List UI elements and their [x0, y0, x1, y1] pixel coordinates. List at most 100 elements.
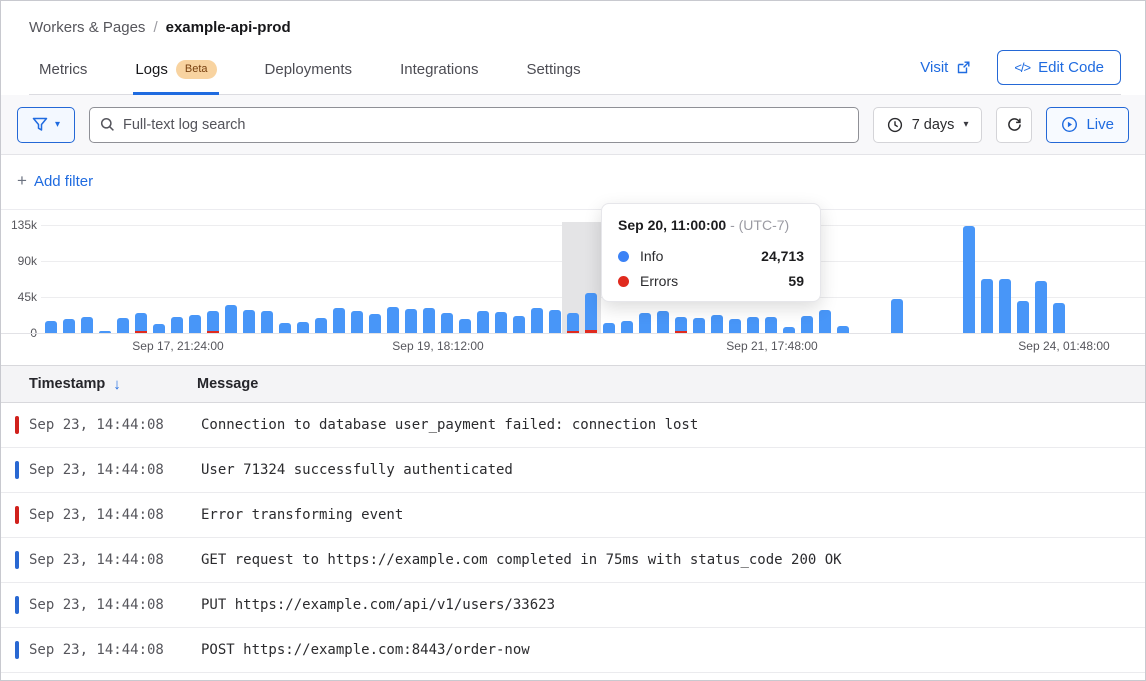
chart-bar[interactable] [261, 311, 273, 333]
chart-bar[interactable] [765, 317, 777, 333]
tab-label: Integrations [400, 61, 478, 78]
log-row[interactable]: Sep 23, 14:44:08Connection to database u… [1, 403, 1145, 448]
chart-bar[interactable] [837, 326, 849, 333]
chart-bar[interactable] [297, 322, 309, 333]
log-row[interactable]: Sep 23, 14:44:08POST https://example.com… [1, 628, 1145, 673]
plus-icon: + [17, 171, 27, 191]
chart-bar[interactable] [387, 307, 399, 333]
message-cell: Error transforming event [201, 507, 403, 523]
y-axis-label: 45k [1, 290, 37, 304]
clock-icon [887, 117, 903, 133]
log-volume-chart: 135k90k45k0Sep 17, 21:24:00Sep 19, 18:12… [1, 210, 1145, 365]
chart-bar[interactable] [675, 317, 687, 333]
chart-bar[interactable] [333, 308, 345, 333]
chart-bar[interactable] [621, 321, 633, 333]
chart-bar[interactable] [891, 299, 903, 333]
chart-bar[interactable] [135, 313, 147, 333]
chart-baseline [1, 333, 1145, 334]
log-row[interactable]: Sep 23, 14:44:08GET request to https://e… [1, 538, 1145, 583]
error-segment [207, 331, 219, 333]
add-filter-button[interactable]: + Add filter [17, 171, 93, 191]
live-button[interactable]: Live [1046, 107, 1129, 143]
workers-logs-page: Workers & Pages / example-api-prod Metri… [0, 0, 1146, 681]
chart-bar[interactable] [549, 310, 561, 333]
chart-bar[interactable] [369, 314, 381, 333]
time-range-label: 7 days [912, 117, 955, 133]
chart-bar[interactable] [81, 317, 93, 333]
sort-desc-icon: ↓ [113, 376, 121, 393]
chart-bar[interactable] [45, 321, 57, 333]
log-table: Timestamp ↓ Message Sep 23, 14:44:08Conn… [1, 365, 1145, 673]
filter-button[interactable]: ▾ [17, 107, 75, 143]
message-cell: User 71324 successfully authenticated [201, 462, 513, 478]
tab-metrics[interactable]: Metrics [37, 52, 89, 95]
chart-bar[interactable] [99, 331, 111, 333]
chart-bar[interactable] [711, 315, 723, 333]
external-link-icon [956, 60, 971, 75]
chart-bar[interactable] [153, 324, 165, 333]
chart-bar[interactable] [657, 311, 669, 333]
live-label: Live [1086, 116, 1114, 133]
refresh-button[interactable] [996, 107, 1032, 143]
chart-bar[interactable] [981, 279, 993, 333]
chart-bar[interactable] [441, 313, 453, 333]
tab-deployments[interactable]: Deployments [263, 52, 355, 95]
column-header-timestamp[interactable]: Timestamp ↓ [1, 376, 197, 393]
chart-bar[interactable] [999, 279, 1011, 333]
chart-bar[interactable] [189, 315, 201, 333]
chart-bar[interactable] [585, 293, 597, 333]
chart-bar[interactable] [117, 318, 129, 333]
tab-label: Logs [135, 61, 168, 78]
chart-bar[interactable] [405, 309, 417, 333]
breadcrumb: Workers & Pages / example-api-prod [29, 19, 1121, 36]
header-actions: Visit </> Edit Code [920, 50, 1121, 95]
breadcrumb-section[interactable]: Workers & Pages [29, 19, 145, 36]
chart-bar[interactable] [1035, 281, 1047, 333]
chart-bar[interactable] [225, 305, 237, 333]
chart-bar[interactable] [603, 323, 615, 333]
tab-settings[interactable]: Settings [524, 52, 582, 95]
tooltip-timezone: - (UTC-7) [730, 217, 789, 233]
chart-bar[interactable] [243, 310, 255, 333]
tab-integrations[interactable]: Integrations [398, 52, 480, 95]
chart-bar[interactable] [639, 313, 651, 333]
tooltip-series-value: 24,713 [761, 248, 804, 264]
chart-bar[interactable] [423, 308, 435, 333]
chart-bar[interactable] [531, 308, 543, 333]
refresh-icon [1006, 116, 1023, 133]
edit-code-label: Edit Code [1038, 59, 1104, 76]
tab-bar: Metrics LogsBeta Deployments Integrations Se… [37, 52, 583, 95]
chart-bar[interactable] [1053, 303, 1065, 333]
chart-bar[interactable] [207, 311, 219, 333]
tooltip-series-label: Errors [640, 273, 678, 289]
chart-bar[interactable] [459, 319, 471, 333]
visit-link[interactable]: Visit [920, 59, 971, 76]
chart-bar[interactable] [279, 323, 291, 333]
chart-bar[interactable] [747, 317, 759, 333]
edit-code-button[interactable]: </> Edit Code [997, 50, 1121, 85]
chart-bar[interactable] [477, 311, 489, 333]
chart-bar[interactable] [693, 318, 705, 333]
chart-bar[interactable] [513, 316, 525, 333]
chart-tooltip: Sep 20, 11:00:00 - (UTC-7) Info24,713Err… [601, 203, 821, 302]
chart-bar[interactable] [729, 319, 741, 333]
time-range-button[interactable]: 7 days ▾ [873, 107, 983, 143]
chart-bar[interactable] [495, 312, 507, 333]
chart-bar[interactable] [801, 316, 813, 333]
chart-bar[interactable] [1017, 301, 1029, 333]
tab-logs[interactable]: LogsBeta [133, 52, 218, 95]
chart-bar[interactable] [963, 226, 975, 333]
chart-bar[interactable] [567, 313, 579, 333]
log-row[interactable]: Sep 23, 14:44:08PUT https://example.com/… [1, 583, 1145, 628]
log-row[interactable]: Sep 23, 14:44:08User 71324 successfully … [1, 448, 1145, 493]
chart-bar[interactable] [351, 311, 363, 333]
chevron-down-icon: ▾ [55, 119, 60, 130]
chart-bar[interactable] [783, 327, 795, 333]
search-input[interactable] [123, 117, 848, 133]
chart-bar[interactable] [315, 318, 327, 333]
log-row[interactable]: Sep 23, 14:44:08Error transforming event [1, 493, 1145, 538]
chart-bar[interactable] [819, 310, 831, 333]
chevron-down-icon: ▾ [963, 119, 968, 130]
chart-bar[interactable] [171, 317, 183, 333]
chart-bar[interactable] [63, 319, 75, 333]
